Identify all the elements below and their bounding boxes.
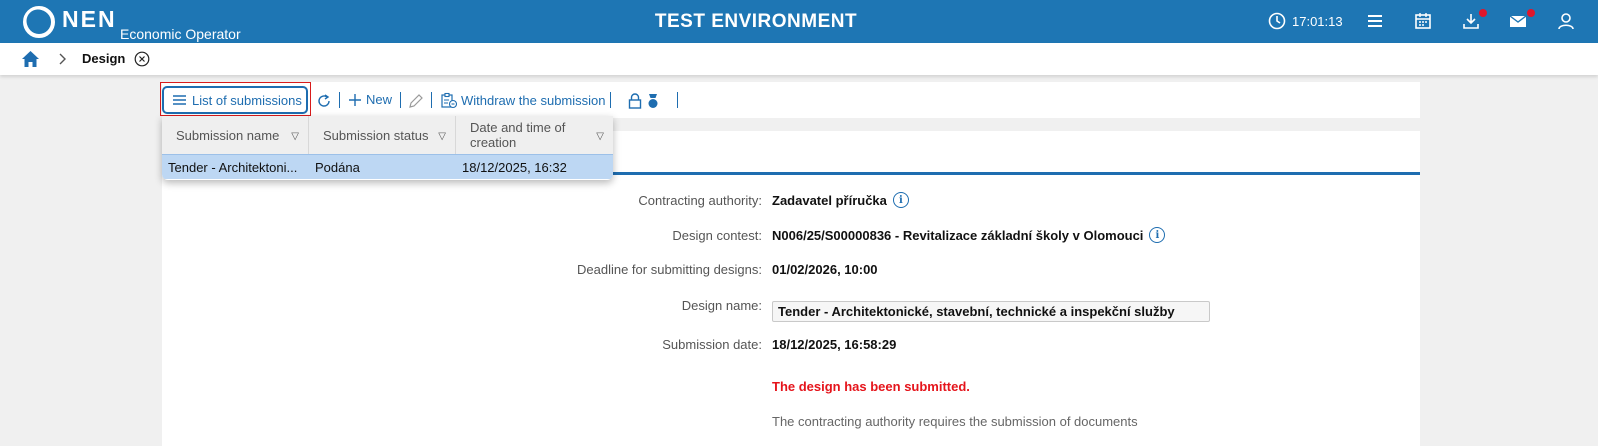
design-contest-label: Design contest:: [672, 228, 762, 243]
refresh-icon[interactable]: [316, 93, 332, 109]
new-button[interactable]: New: [348, 92, 392, 107]
menu-icon[interactable]: [1365, 11, 1385, 31]
deadline-label: Deadline for submitting designs:: [577, 262, 762, 277]
list-icon: [173, 95, 186, 105]
table-row[interactable]: Tender - Architektoni... Podána 18/12/20…: [162, 154, 613, 179]
contracting-authority-value: Zadavatel příručka i: [772, 192, 909, 208]
chevron-right-icon: [59, 53, 66, 65]
filter-icon[interactable]: ▽: [438, 129, 446, 144]
row-submission-status: Podána: [315, 160, 360, 175]
info-icon[interactable]: i: [1149, 227, 1166, 243]
row-date-created: 18/12/2025, 16:32: [462, 160, 567, 175]
breadcrumb: Design: [0, 43, 1598, 75]
toolbar-separator: [400, 92, 401, 108]
filter-icon[interactable]: ▽: [291, 129, 299, 144]
close-tab-icon[interactable]: [134, 51, 150, 67]
lock-icon[interactable]: [628, 93, 642, 109]
submissions-dropdown: Submission name ▽ Submission status ▽ Da…: [162, 116, 613, 180]
seal-icon[interactable]: [647, 93, 659, 109]
column-submission-name[interactable]: Submission name ▽: [162, 116, 309, 154]
mail-notification-dot: [1527, 9, 1535, 17]
dropdown-header: Submission name ▽ Submission status ▽ Da…: [162, 116, 613, 154]
toolbar-separator: [339, 92, 340, 108]
calendar-icon[interactable]: [1413, 11, 1433, 31]
info-icon[interactable]: i: [892, 192, 909, 208]
design-name-label: Design name:: [681, 298, 762, 313]
withdraw-clipboard-icon: [441, 92, 457, 109]
column-date-created[interactable]: Date and time of creation ▽: [456, 116, 613, 154]
submission-date-label: Submission date:: [662, 337, 762, 352]
row-submission-name: Tender - Architektoni...: [168, 160, 298, 175]
withdraw-submission-button[interactable]: Withdraw the submission: [440, 92, 606, 109]
clock-icon: [1268, 12, 1286, 30]
list-of-submissions-label: List of submissions: [192, 92, 302, 108]
toolbar-separator: [610, 92, 611, 108]
edit-pencil-icon[interactable]: [408, 93, 424, 109]
submission-status-message: The design has been submitted.: [772, 379, 970, 394]
breadcrumb-current: Design: [82, 51, 126, 66]
column-submission-status-label: Submission status: [323, 127, 429, 143]
download-icon[interactable]: [1461, 11, 1481, 31]
column-submission-status[interactable]: Submission status ▽: [309, 116, 456, 154]
download-notification-dot: [1479, 9, 1487, 17]
top-header: NEN Economic Operator TEST ENVIRONMENT 1…: [0, 0, 1598, 43]
column-submission-name-label: Submission name: [176, 127, 280, 143]
mail-icon[interactable]: [1508, 11, 1528, 31]
home-icon[interactable]: [21, 50, 40, 68]
submission-date-value: 18/12/2025, 16:58:29: [772, 337, 897, 352]
contracting-authority-label: Contracting authority:: [638, 193, 762, 208]
deadline-value: 01/02/2026, 10:00: [772, 262, 878, 277]
filter-icon[interactable]: ▽: [596, 129, 604, 144]
contracting-authority-text: Zadavatel příručka: [772, 192, 887, 208]
toolbar-separator: [431, 92, 432, 108]
design-contest-text: N006/25/S00000836 - Revitalizace základn…: [772, 227, 1144, 243]
session-time: 17:01:13: [1292, 14, 1343, 29]
plus-icon: [349, 93, 361, 106]
design-name-field: Tender - Architektonické, stavební, tech…: [772, 301, 1210, 322]
column-date-created-label: Date and time of creation: [470, 120, 566, 150]
user-icon[interactable]: [1556, 11, 1576, 31]
list-of-submissions-button[interactable]: List of submissions: [162, 86, 308, 114]
design-contest-value: N006/25/S00000836 - Revitalizace základn…: [772, 227, 1166, 243]
toolbar-separator: [677, 92, 678, 108]
withdraw-submission-label: Withdraw the submission: [461, 93, 606, 108]
documents-requirement-note: The contracting authority requires the s…: [772, 414, 1138, 429]
new-button-label: New: [366, 92, 393, 107]
